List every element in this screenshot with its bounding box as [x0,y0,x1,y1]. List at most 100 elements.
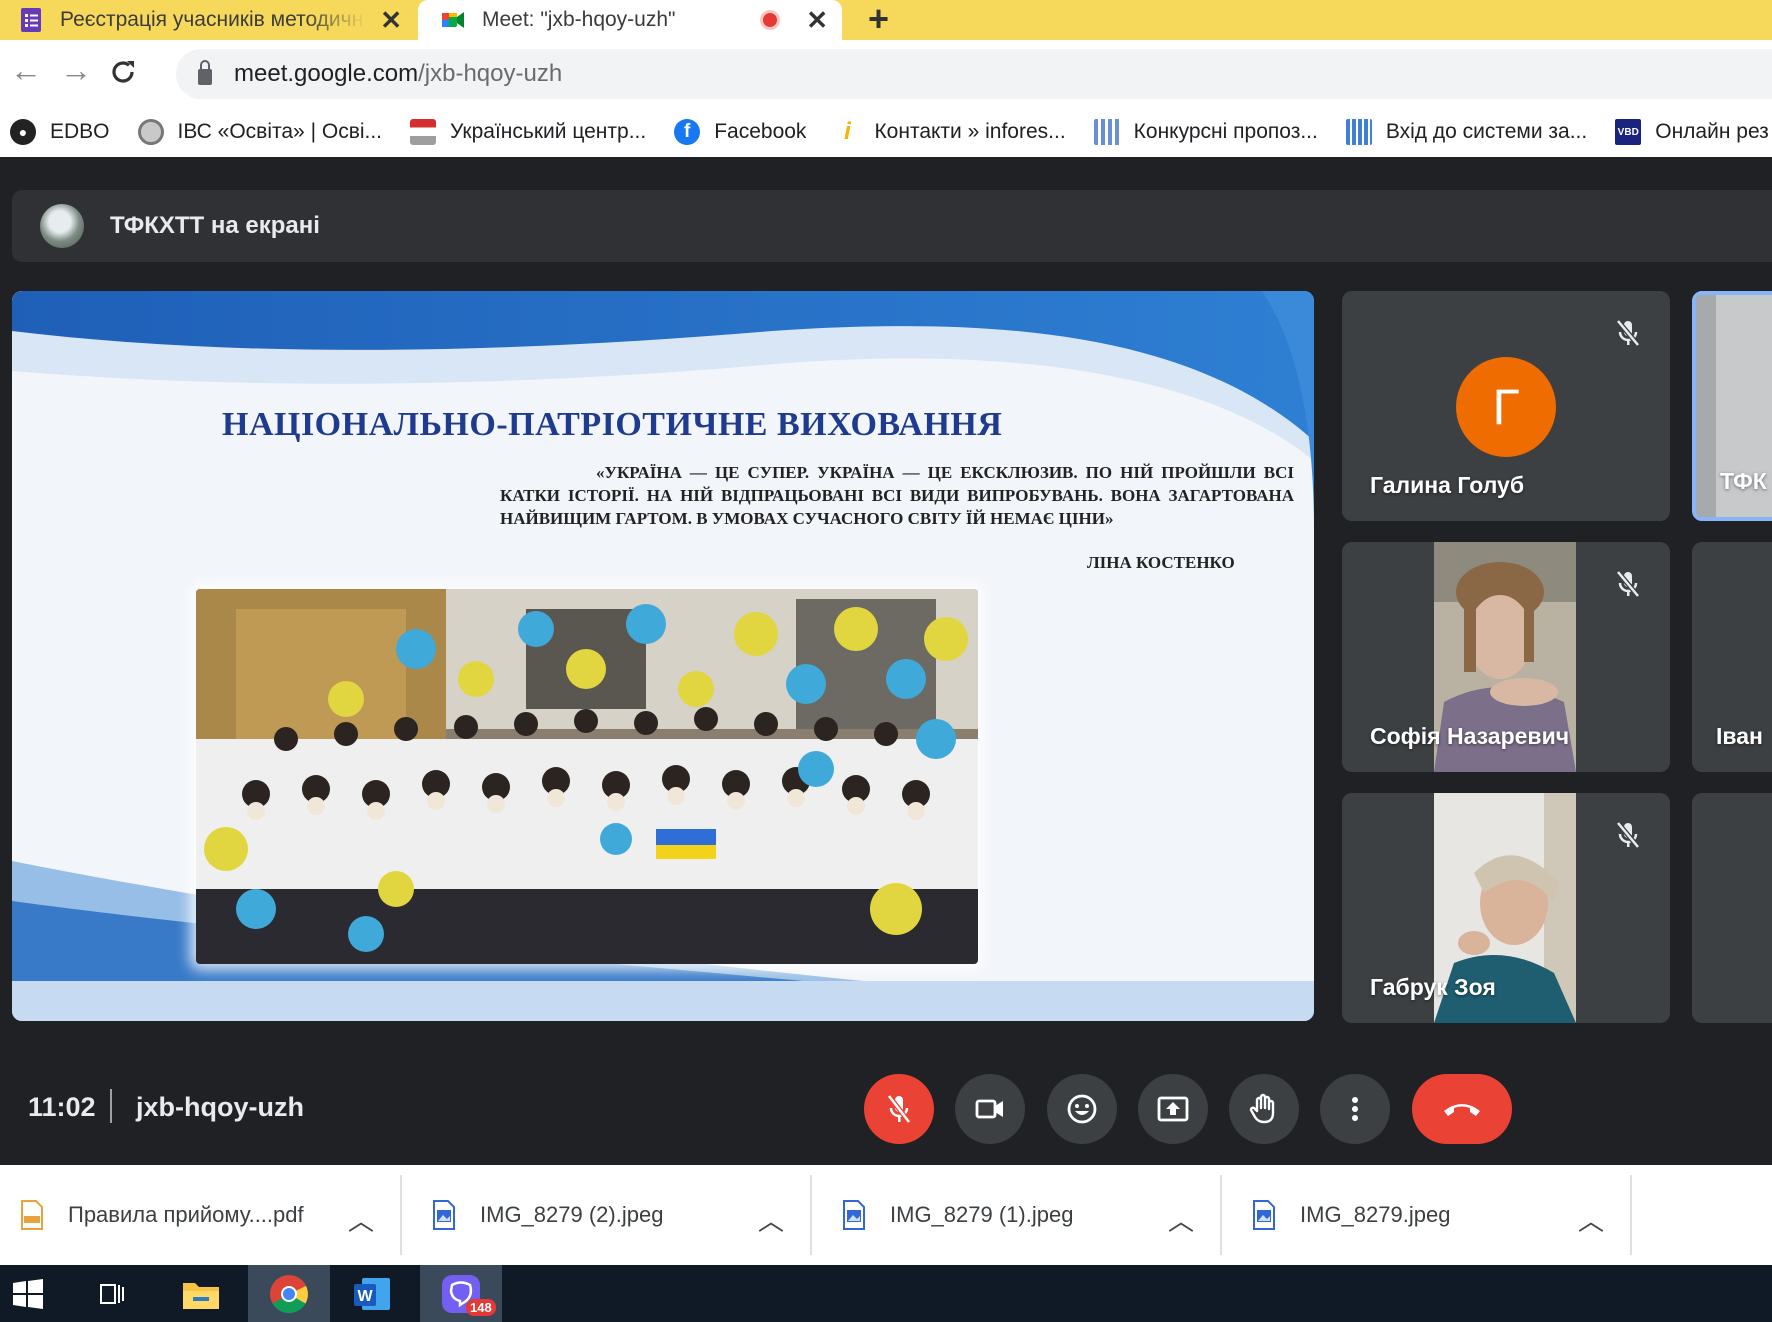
url-host: meet.google.com [234,60,419,87]
leave-call-button[interactable] [1412,1074,1512,1144]
chevron-up-icon[interactable]: ︿ [348,1201,374,1238]
url-path: /jxb-hqoy-uzh [418,60,563,87]
presenter-label: ТФКХТТ на екрані [110,212,320,239]
facebook-icon: f [674,119,701,145]
bookmark-label: Контакти » infores... [874,120,1066,143]
bookmark-facebook[interactable]: f Facebook [674,119,806,145]
bookmarks-bar: ● EDBO ІВС «Освіта» | Осві... Українськи… [0,107,1772,157]
bookmark-label: EDBO [50,120,110,143]
bookmark-contests[interactable]: Конкурсні пропоз... [1093,119,1318,145]
participant-tile[interactable]: Софія Назаревич [1342,542,1670,772]
download-filename: IMG_8279 (1).jpeg [890,1202,1074,1227]
divider [110,1089,112,1123]
task-view-button[interactable] [84,1265,140,1322]
camera-icon [975,1099,1003,1119]
raise-hand-button[interactable] [1229,1074,1299,1144]
microphone-button[interactable] [864,1074,934,1144]
chevron-up-icon[interactable]: ︿ [758,1201,784,1238]
bookmark-label: Український центр... [450,120,647,143]
presentation-slide: НАЦІОНАЛЬНО-ПАТРІОТИЧНЕ ВИХОВАННЯ «Украї… [12,291,1314,1021]
mic-off-icon [887,1094,911,1124]
bookmark-online-results[interactable]: VBD Онлайн рез [1615,119,1769,145]
browser-tabstrip: Реєстрація учасників методичн ✕ Meet: "j… [0,0,1772,40]
viber-taskbar-button[interactable]: 148 [420,1265,502,1322]
participant-tile[interactable]: Габрук Зоя [1342,793,1670,1023]
bookmark-ukr-center[interactable]: Український центр... [410,119,646,145]
word-taskbar-button[interactable]: W [340,1265,404,1322]
download-filename: IMG_8279.jpeg [1300,1202,1451,1227]
new-tab-icon[interactable]: + [868,0,889,40]
divider [1630,1175,1632,1255]
bookmark-system-login[interactable]: Вхід до системи за... [1345,119,1587,145]
download-filename: IMG_8279 (2).jpeg [480,1202,664,1227]
task-view-icon [100,1283,124,1304]
participant-tile[interactable]: Іван [1692,542,1772,772]
file-explorer-button[interactable] [170,1265,232,1322]
participant-name: Галина Голуб [1370,472,1525,498]
raise-hand-icon [1249,1093,1275,1124]
image-file-icon [843,1200,865,1230]
windows-logo-icon [13,1278,43,1309]
divider [400,1175,402,1255]
chevron-up-icon[interactable]: ︿ [1578,1201,1604,1238]
chrome-taskbar-button[interactable] [248,1265,330,1322]
recording-icon [760,10,780,30]
participant-tile[interactable]: ТФК [1692,291,1772,521]
download-item[interactable]: IMG_8279 (2).jpeg [432,1165,663,1265]
hang-up-icon [1444,1104,1480,1116]
presenter-avatar [40,204,84,248]
camera-button[interactable] [955,1074,1025,1144]
download-item[interactable]: IMG_8279.jpeg [1252,1165,1450,1265]
download-filename: Правила прийому....pdf [68,1202,304,1227]
participant-name: Іван [1716,723,1763,749]
bookmark-label: Facebook [714,120,807,143]
divider [810,1175,812,1255]
mic-off-icon [1616,821,1640,849]
tab-registration[interactable]: Реєстрація учасників методичн ✕ [0,0,418,40]
back-arrow-icon[interactable]: ← [10,52,42,89]
participant-tile[interactable]: Г Галина Голуб [1342,291,1670,521]
bookmark-label: Конкурсні пропоз... [1133,120,1318,143]
chart-icon [1093,119,1120,145]
address-bar[interactable]: meet.google.com/jxb-hqoy-uzh [176,49,1772,99]
browser-toolbar: ← → meet.google.com/jxb-hqoy-uzh [0,40,1772,107]
slide-author: ЛІНА КОСТЕНКО [1087,553,1235,572]
notification-badge: 148 [466,1299,496,1316]
pdf-file-icon [21,1200,43,1230]
bookmark-inforesurs[interactable]: i Контакти » infores... [834,118,1066,145]
present-screen-icon [1157,1096,1189,1122]
vbd-icon: VBD [1615,119,1642,145]
more-options-button[interactable] [1320,1074,1390,1144]
close-tab-icon[interactable]: ✕ [380,5,402,36]
svg-text:W: W [357,1288,373,1305]
divider [1220,1175,1222,1255]
meeting-time: 11:02 [28,1092,96,1122]
globe-icon: ● [10,119,36,145]
participant-tile[interactable] [1692,793,1772,1023]
bookmark-label: ІВС «Освіта» | Осві... [177,120,383,143]
download-item[interactable]: IMG_8279 (1).jpeg [842,1165,1073,1265]
start-button[interactable] [0,1265,56,1322]
windows-taskbar: W 148 [0,1265,1772,1322]
bookmark-edbo[interactable]: ● EDBO [10,119,110,145]
emoji-icon [1067,1094,1097,1124]
close-tab-icon[interactable]: ✕ [806,5,828,36]
reload-icon[interactable] [108,57,138,87]
slide-title: НАЦІОНАЛЬНО-ПАТРІОТИЧНЕ ВИХОВАННЯ [222,406,1003,443]
forward-arrow-icon[interactable]: → [60,52,92,89]
mic-off-icon [1616,570,1640,598]
reactions-button[interactable] [1047,1074,1117,1144]
tab-meet[interactable]: Meet: "jxb-hqoy-uzh" ✕ [418,0,842,40]
google-forms-icon [21,8,41,32]
image-file-icon [1253,1200,1275,1230]
slide-photo [196,589,978,964]
presenter-bar: ТФКХТТ на екрані [12,190,1772,262]
bookmark-ivs-osvita[interactable]: ІВС «Освіта» | Осві... [137,119,383,145]
download-item[interactable]: Правила прийому....pdf [20,1165,304,1265]
avatar: Г [1456,357,1556,457]
present-screen-button[interactable] [1138,1074,1208,1144]
chevron-up-icon[interactable]: ︿ [1168,1201,1194,1238]
participant-name: Софія Назаревич [1370,723,1570,749]
book-icon [410,119,437,145]
mic-off-icon [1616,319,1640,347]
